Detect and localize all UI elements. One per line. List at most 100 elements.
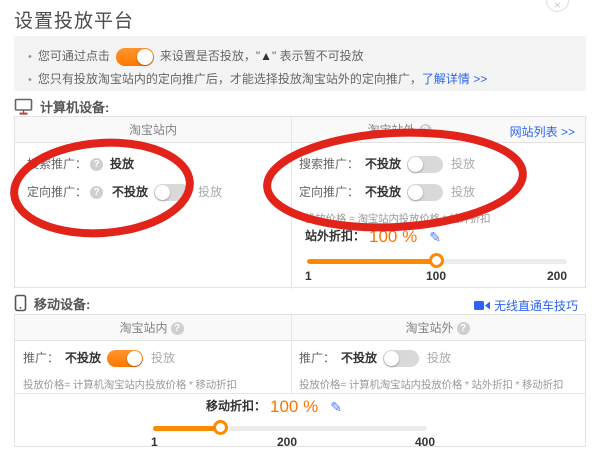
targeted-promo-on-label: 投放 — [451, 185, 475, 199]
help-icon[interactable]: ? — [90, 158, 103, 171]
edit-pencil-icon[interactable]: ✎ — [429, 229, 441, 245]
search-promo-status: 投放 — [110, 157, 134, 171]
mobile-section-header: 移动设备: — [14, 294, 90, 313]
mobile-table: 淘宝站内? 淘宝站外? 推广： 不投放 投放 推广： 不投放 投放 投放价格= 计算机淘… — [14, 314, 586, 447]
offsite-targeted-toggle[interactable] — [407, 184, 443, 201]
close-icon[interactable]: × — [546, 0, 569, 12]
row-divider — [15, 393, 585, 394]
mobile-discount-label: 移动折扣： — [206, 399, 266, 413]
targeted-promo-on-label: 投放 — [198, 185, 222, 199]
targeted-promo-off-label: 不投放 — [112, 185, 148, 199]
mobile-discount: 移动折扣： 100 % ✎ — [206, 397, 342, 417]
tip-line-1: • 您可通过点击 来设置是否投放，"▲" 表示暂不可投放 — [28, 47, 364, 66]
help-icon[interactable]: ? — [171, 322, 184, 335]
toggle-knob — [408, 157, 423, 172]
offsite-discount-label: 站外折扣： — [305, 229, 365, 243]
help-icon[interactable]: ? — [90, 186, 103, 199]
promo-label: 推广： — [299, 351, 335, 365]
mobile-offsite-promo-row: 推广： 不投放 投放 — [299, 349, 451, 367]
slider-tick-mid: 200 — [267, 435, 307, 449]
offsite-search-row: 搜索推广： 不投放 投放 — [299, 155, 475, 173]
tips-box: • 您可通过点击 来设置是否投放，"▲" 表示暂不可投放 • 您只有投放淘宝站内的定向… — [14, 36, 586, 91]
help-icon[interactable]: ? — [419, 124, 432, 137]
onsite-header-label: 淘宝站内 — [129, 123, 177, 137]
computer-section-title: 计算机设备: — [40, 100, 109, 115]
monitor-icon — [14, 98, 33, 115]
promo-label: 推广： — [23, 351, 59, 365]
offsite-discount: 站外折扣： 100 % ✎ — [305, 227, 441, 247]
search-promo-off-label: 不投放 — [365, 157, 401, 171]
onsite-header-label: 淘宝站内 — [119, 321, 167, 335]
phone-icon — [14, 294, 27, 312]
targeted-promo-label: 定向推广： — [27, 185, 87, 199]
toggle-knob — [384, 351, 399, 366]
slider-tick-mid: 100 — [416, 269, 456, 283]
bullet-icon: • — [28, 51, 32, 63]
promo-off-label: 不投放 — [65, 351, 101, 365]
website-list-link[interactable]: 网站列表 >> — [510, 123, 575, 140]
offsite-discount-slider[interactable] — [307, 259, 567, 264]
toggle-knob — [127, 351, 142, 366]
search-promo-label: 搜索推广： — [299, 157, 359, 171]
computer-table: 淘宝站内 淘宝站外? 网站列表 >> 搜索推广：?投放 定向推广：?不投放投放 … — [14, 116, 586, 288]
targeted-promo-label: 定向推广： — [299, 185, 359, 199]
slider-handle[interactable] — [213, 420, 228, 435]
search-promo-on-label: 投放 — [451, 157, 475, 171]
slider-fill — [153, 426, 221, 431]
computer-col-onsite: 淘宝站内 — [15, 117, 291, 143]
slider-tick-max: 400 — [405, 435, 445, 449]
learn-more-link[interactable]: 了解详情 >> — [422, 72, 487, 86]
wireless-tips-label: 无线直通车技巧 — [494, 299, 578, 313]
column-divider — [291, 117, 292, 289]
mobile-section-title: 移动设备: — [34, 297, 90, 312]
onsite-targeted-toggle[interactable] — [154, 184, 190, 201]
slider-tick-min: 1 — [305, 269, 312, 283]
mobile-onsite-promo-row: 推广： 不投放 投放 — [23, 349, 175, 367]
promo-off-label: 不投放 — [341, 351, 377, 365]
slider-handle[interactable] — [429, 253, 444, 268]
onsite-targeted-row: 定向推广：? 不投放 投放 — [27, 183, 222, 201]
offsite-header-label: 淘宝站外 — [367, 123, 415, 137]
offsite-price-formula: 投放价格 = 淘宝站内投放价格 * 站外折扣 — [305, 211, 491, 226]
toggle-knob — [408, 185, 423, 200]
video-icon — [474, 300, 490, 311]
tip2-text: 您只有投放淘宝站内的定向推广后，才能选择投放淘宝站外的定向推广， — [38, 72, 422, 86]
search-promo-label: 搜索推广： — [27, 157, 87, 171]
edit-pencil-icon[interactable]: ✎ — [330, 399, 342, 415]
offsite-discount-value: 100 % — [369, 227, 417, 246]
targeted-promo-off-label: 不投放 — [365, 185, 401, 199]
mobile-discount-value: 100 % — [270, 397, 318, 416]
page-title: 设置投放平台 — [14, 6, 134, 33]
slider-fill — [307, 259, 437, 264]
offsite-targeted-row: 定向推广： 不投放 投放 — [299, 183, 475, 201]
slider-tick-max: 200 — [539, 269, 567, 283]
warning-icon: ▲ — [260, 49, 272, 63]
tip1-mid: 来设置是否投放，" — [160, 49, 260, 63]
mobile-onsite-formula: 投放价格= 计算机淘宝站内投放价格 * 移动折扣 — [23, 377, 237, 392]
mobile-onsite-promo-toggle[interactable] — [107, 350, 143, 367]
mobile-col-onsite: 淘宝站内? — [15, 315, 291, 341]
promo-on-label: 投放 — [151, 351, 175, 365]
set-delivery-platform-dialog: 设置投放平台 × • 您可通过点击 来设置是否投放，"▲" 表示暂不可投放 • 您只有… — [0, 0, 600, 449]
computer-col-offsite: 淘宝站外? — [291, 117, 511, 143]
toggle-knob — [155, 185, 170, 200]
onsite-search-row: 搜索推广：? 投放 — [27, 155, 134, 172]
help-icon[interactable]: ? — [457, 322, 470, 335]
offsite-search-toggle[interactable] — [407, 156, 443, 173]
mobile-col-offsite: 淘宝站外? — [291, 315, 587, 341]
computer-section-header: 计算机设备: — [14, 97, 109, 116]
tip-line-2: • 您只有投放淘宝站内的定向推广后，才能选择投放淘宝站外的定向推广，了解详情 >> — [28, 70, 487, 87]
promo-on-label: 投放 — [427, 351, 451, 365]
mobile-offsite-formula: 投放价格= 计算机淘宝站内投放价格 * 站外折扣 * 移动折扣 — [299, 377, 563, 392]
mobile-offsite-promo-toggle[interactable] — [383, 350, 419, 367]
offsite-header-label: 淘宝站外 — [405, 321, 453, 335]
bullet-icon: • — [28, 74, 32, 86]
tip1-end: " 表示暂不可投放 — [272, 49, 364, 63]
slider-tick-min: 1 — [151, 435, 158, 449]
example-toggle-on[interactable] — [116, 48, 154, 66]
toggle-knob — [137, 49, 153, 65]
wireless-tips-link[interactable]: 无线直通车技巧 — [474, 297, 578, 314]
tip1-before: 您可通过点击 — [38, 49, 110, 63]
column-divider — [291, 315, 292, 393]
mobile-discount-slider[interactable] — [153, 426, 427, 431]
